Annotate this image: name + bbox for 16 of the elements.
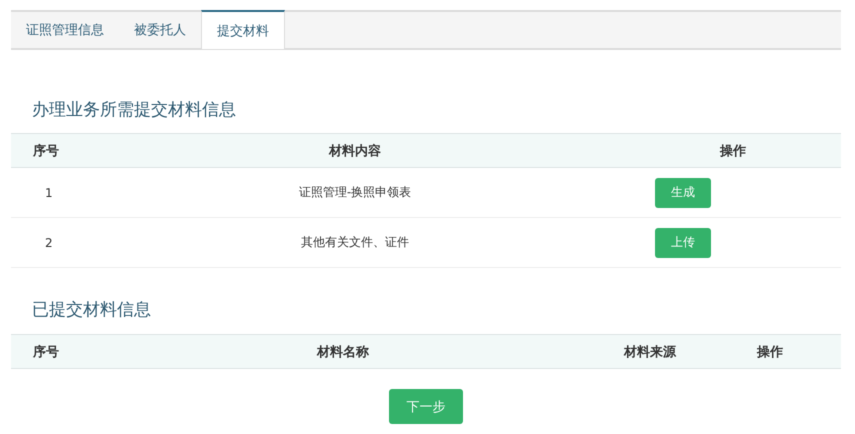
column-header: 序号 (33, 144, 59, 158)
table-cell: 证照管理-换照申领表 (298, 185, 412, 199)
tab[interactable]: 提交材料 (201, 10, 285, 49)
column-header: 操作 (757, 344, 783, 360)
column-header: 序号 (33, 344, 59, 360)
table-cell: 1 (45, 186, 53, 200)
tab[interactable]: 被委托人 (119, 10, 201, 48)
section-title: 已提交材料信息 (31, 299, 152, 322)
column-header: 材料名称 (317, 344, 369, 360)
table-cell: 2 (45, 236, 53, 250)
table-cell: 其他有关文件、证件 (301, 235, 409, 249)
column-header: 材料来源 (624, 344, 676, 360)
column-header: 材料内容 (329, 144, 381, 158)
tab[interactable]: 证照管理信息 (11, 10, 119, 48)
column-header: 操作 (720, 144, 746, 158)
section-title: 办理业务所需提交材料信息 (31, 99, 237, 122)
